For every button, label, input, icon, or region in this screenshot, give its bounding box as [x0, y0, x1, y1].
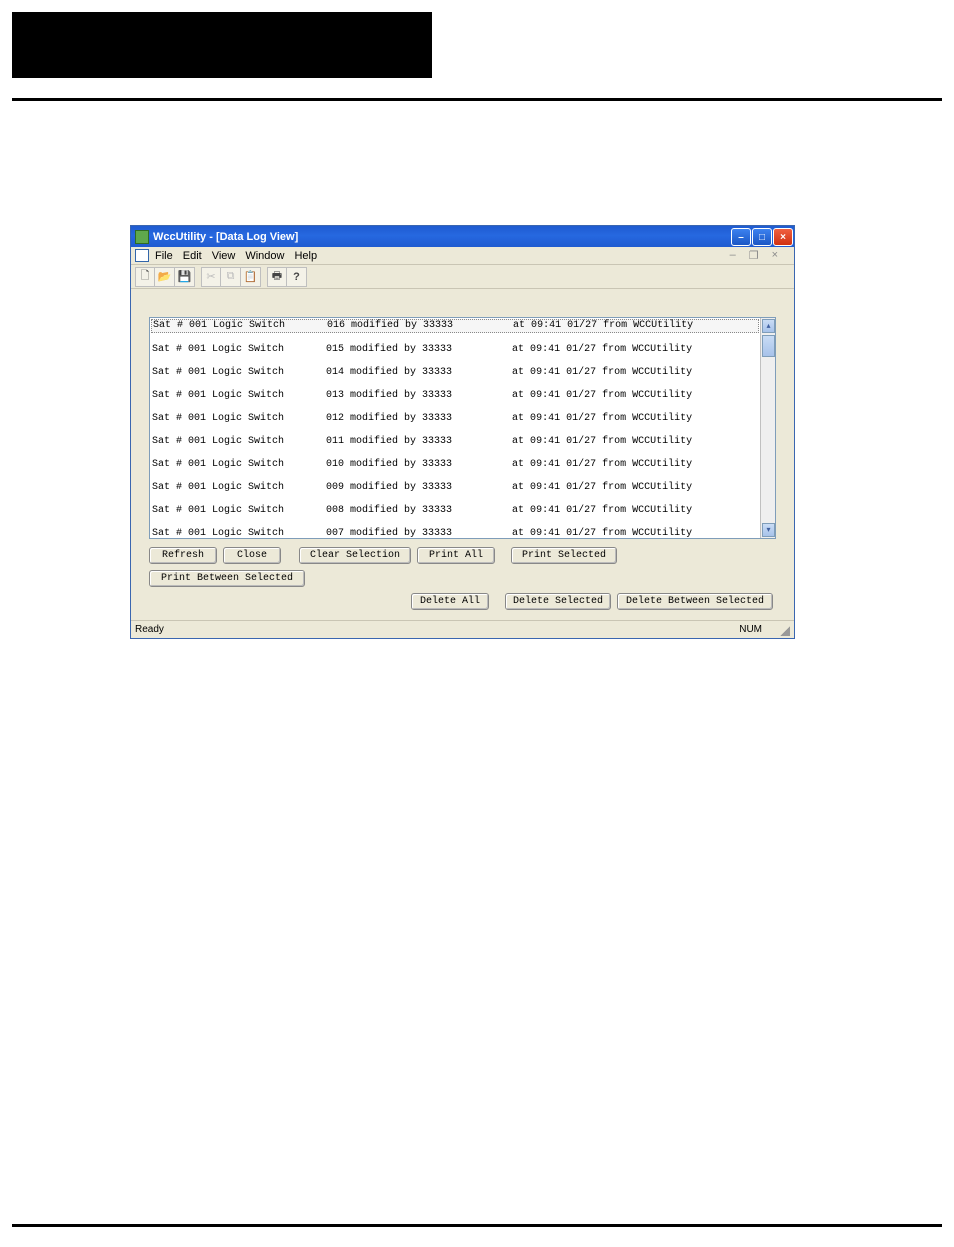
app-window: WccUtility - [Data Log View] – □ × File … — [130, 225, 795, 639]
save-icon[interactable]: 💾 — [175, 267, 195, 287]
status-text: Ready — [135, 624, 164, 635]
statusbar: Ready NUM — [131, 620, 794, 638]
delete-all-button[interactable]: Delete All — [411, 593, 489, 610]
log-row[interactable]: Sat # 001 Logic Switch 007 modified by 3… — [152, 528, 758, 539]
document-icon — [135, 249, 149, 262]
mdi-minimize-icon[interactable]: – — [730, 249, 736, 262]
print-selected-button[interactable]: Print Selected — [511, 547, 617, 564]
minimize-button[interactable]: – — [731, 228, 751, 246]
paste-icon[interactable]: 📋 — [241, 267, 261, 287]
menu-edit[interactable]: Edit — [183, 250, 202, 262]
log-row[interactable]: Sat # 001 Logic Switch 015 modified by 3… — [152, 344, 758, 356]
cut-icon[interactable]: ✂ — [201, 267, 221, 287]
page-divider-top — [12, 98, 942, 101]
close-button[interactable]: Close — [223, 547, 281, 564]
help-icon[interactable]: ? — [287, 267, 307, 287]
window-title: WccUtility - [Data Log View] — [153, 231, 731, 243]
log-row[interactable]: Sat # 001 Logic Switch 013 modified by 3… — [152, 390, 758, 402]
close-window-button[interactable]: × — [773, 228, 793, 246]
log-row[interactable]: Sat # 001 Logic Switch 010 modified by 3… — [152, 459, 758, 471]
scroll-thumb[interactable] — [762, 335, 775, 357]
titlebar[interactable]: WccUtility - [Data Log View] – □ × — [131, 226, 794, 247]
copy-icon[interactable]: ⧉ — [221, 267, 241, 287]
print-all-button[interactable]: Print All — [417, 547, 495, 564]
clear-selection-button[interactable]: Clear Selection — [299, 547, 411, 564]
scroll-up-icon[interactable]: ▴ — [762, 319, 775, 333]
delete-selected-button[interactable]: Delete Selected — [505, 593, 611, 610]
delete-between-selected-button[interactable]: Delete Between Selected — [617, 593, 773, 610]
mdi-close-icon[interactable]: × — [772, 249, 778, 262]
log-row[interactable]: Sat # 001 Logic Switch 012 modified by 3… — [152, 413, 758, 425]
page-header-banner — [12, 12, 432, 78]
print-icon[interactable]: 🖶 — [267, 267, 287, 287]
page-divider-bottom — [12, 1224, 942, 1227]
data-log-list[interactable]: Sat # 001 Logic Switch 016 modified by 3… — [149, 317, 776, 539]
mdi-restore-icon[interactable]: ❐ — [749, 249, 759, 262]
log-row[interactable]: Sat # 001 Logic Switch 011 modified by 3… — [152, 436, 758, 448]
menu-view[interactable]: View — [212, 250, 236, 262]
refresh-button[interactable]: Refresh — [149, 547, 217, 564]
status-num: NUM — [739, 624, 762, 635]
new-icon[interactable]: 🗋 — [135, 267, 155, 287]
app-icon — [135, 230, 149, 244]
scroll-down-icon[interactable]: ▾ — [762, 523, 775, 537]
log-row[interactable]: Sat # 001 Logic Switch 016 modified by 3… — [151, 319, 759, 333]
menu-file[interactable]: File — [155, 250, 173, 262]
resize-grip-icon[interactable] — [778, 624, 790, 636]
vertical-scrollbar[interactable]: ▴ ▾ — [760, 318, 775, 538]
menubar: File Edit View Window Help – ❐ × — [131, 247, 794, 265]
menu-window[interactable]: Window — [245, 250, 284, 262]
toolbar: 🗋 📂 💾 ✂ ⧉ 📋 🖶 ? — [131, 265, 794, 289]
log-row[interactable]: Sat # 001 Logic Switch 014 modified by 3… — [152, 367, 758, 379]
open-icon[interactable]: 📂 — [155, 267, 175, 287]
maximize-button[interactable]: □ — [752, 228, 772, 246]
menu-help[interactable]: Help — [294, 250, 317, 262]
log-row[interactable]: Sat # 001 Logic Switch 009 modified by 3… — [152, 482, 758, 494]
log-row[interactable]: Sat # 001 Logic Switch 008 modified by 3… — [152, 505, 758, 517]
print-between-selected-button[interactable]: Print Between Selected — [149, 570, 305, 587]
